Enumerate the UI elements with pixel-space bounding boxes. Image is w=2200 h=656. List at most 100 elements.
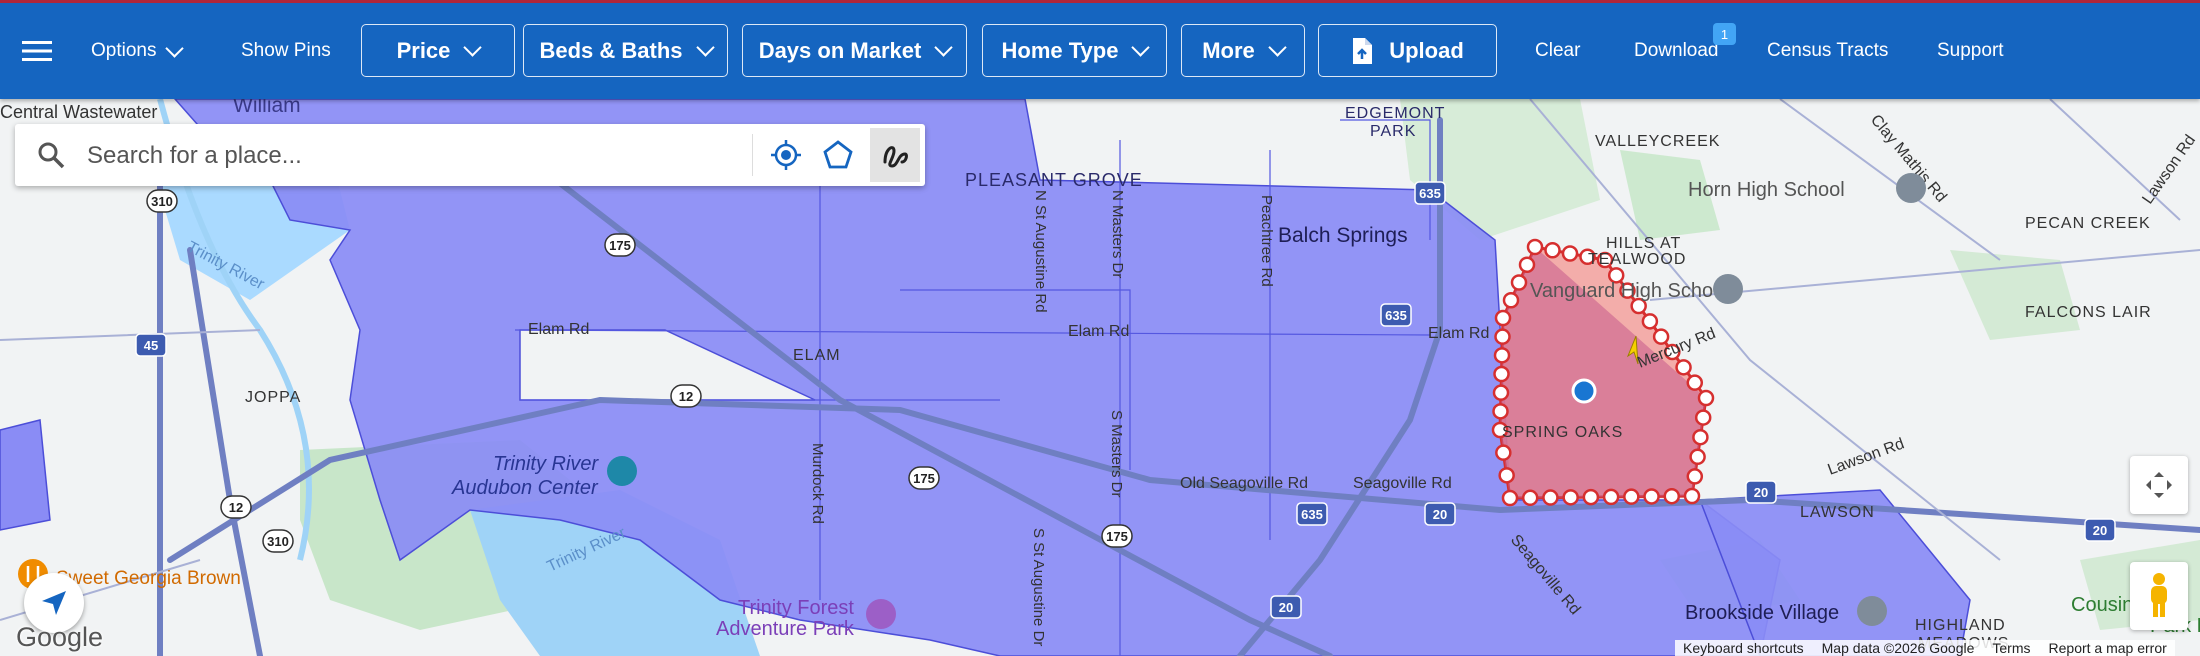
navigation-arrow-icon: [42, 591, 66, 615]
polygon-vertex-handle[interactable]: [1492, 384, 1510, 401]
place-icon: [1857, 596, 1887, 626]
download-button[interactable]: Download: [1634, 3, 1719, 99]
highway-shield: 12: [670, 384, 702, 408]
polygon-vertex-handle[interactable]: [1521, 489, 1539, 507]
polygon-vertex-handle[interactable]: [1697, 389, 1715, 407]
upload-label: Upload: [1389, 37, 1464, 63]
census-tracts-label: Census Tracts: [1767, 40, 1889, 61]
map-label: Adventure Park: [716, 618, 855, 640]
polygon-vertex-handle[interactable]: [1689, 448, 1706, 466]
pegman-icon: [2151, 573, 2167, 617]
options-label: Options: [91, 40, 157, 61]
polygon-vertex-handle[interactable]: [1493, 347, 1511, 364]
days-on-market-filter-button[interactable]: Days on Market: [742, 24, 967, 77]
map-label: N St Augustine Rd: [1032, 190, 1049, 313]
map-label: Seagoville Rd: [1353, 475, 1452, 492]
chevron-down-icon: [934, 38, 954, 57]
google-logo: Google: [16, 622, 104, 652]
highway-shield: 635: [1380, 303, 1412, 327]
polygon-vertex-handle[interactable]: [1494, 309, 1512, 327]
map-label: Trinity Forest: [738, 597, 854, 619]
polygon-vertex-handle[interactable]: [1692, 428, 1709, 446]
polygon-vertex-handle[interactable]: [1562, 489, 1579, 506]
clear-button[interactable]: Clear: [1535, 3, 1580, 99]
map-label: Vanguard High School: [1530, 280, 1729, 302]
school-icon: [1713, 274, 1743, 304]
more-filter-button[interactable]: More: [1181, 24, 1305, 77]
highway-shield-label: 20: [2093, 523, 2107, 538]
map-label: Audubon Center: [451, 477, 599, 499]
map-label: ELAM: [793, 347, 841, 364]
map-label: PARK: [1370, 123, 1416, 140]
street-view-button[interactable]: [2130, 562, 2188, 630]
polygon-draw-icon[interactable]: [812, 124, 864, 186]
location-dot[interactable]: [1571, 378, 1597, 404]
price-filter-button[interactable]: Price: [361, 24, 515, 77]
highway-shield: 20: [1270, 595, 1302, 619]
polygon-vertex-handle[interactable]: [1542, 489, 1559, 506]
polygon-vertex-handle[interactable]: [1544, 242, 1561, 259]
polygon-vertex-handle[interactable]: [1582, 488, 1600, 506]
polygon-vertex-handle[interactable]: [1561, 245, 1579, 262]
search-icon[interactable]: [29, 124, 73, 186]
map-label: Sweet Georgia Brown: [56, 568, 241, 589]
map-label: PLEASANT GROVE: [965, 170, 1143, 190]
chevron-down-icon: [1131, 38, 1151, 57]
polygon-vertex-handle[interactable]: [1526, 238, 1544, 256]
home-type-filter-button[interactable]: Home Type: [982, 24, 1167, 77]
highway-shield: 175: [908, 466, 940, 490]
polygon-vertex-handle[interactable]: [1652, 328, 1670, 345]
highway-shield: 45: [135, 333, 167, 357]
map-label: HILLS AT: [1606, 235, 1681, 252]
polygon-vertex-handle[interactable]: [1641, 313, 1659, 330]
menu-button[interactable]: [22, 3, 52, 99]
map-label: Murdock Rd: [809, 443, 826, 524]
keyboard-shortcuts-link[interactable]: Keyboard shortcuts: [1683, 640, 1804, 656]
polygon-vertex-handle[interactable]: [1683, 487, 1701, 505]
polygon-vertex-handle[interactable]: [1493, 365, 1510, 383]
polygon-vertex-handle[interactable]: [1686, 468, 1704, 485]
map-label: EDGEMONT: [1345, 105, 1445, 122]
beds-baths-filter-button[interactable]: Beds & Baths: [523, 24, 728, 77]
polygon-vertex-handle[interactable]: [1510, 274, 1528, 291]
map-label: S Masters Dr: [1108, 410, 1125, 498]
map-label: Elam Rd: [1068, 323, 1129, 340]
report-error-link[interactable]: Report a map error: [2049, 640, 2167, 656]
polygon-vertex-handle[interactable]: [1623, 488, 1640, 505]
map-label: Balch Springs: [1278, 224, 1408, 247]
price-label: Price: [396, 37, 451, 63]
polygon-vertex-handle[interactable]: [1498, 467, 1515, 484]
chevron-down-icon: [463, 38, 483, 57]
highway-shield-label: 635: [1301, 507, 1323, 522]
map-label: William: [233, 99, 301, 117]
polygon-vertex-handle[interactable]: [1643, 488, 1660, 505]
polygon-vertex-handle[interactable]: [1501, 489, 1519, 507]
fullscreen-button[interactable]: [2130, 456, 2188, 514]
search-input[interactable]: [85, 136, 749, 176]
polygon-vertex-handle[interactable]: [1495, 444, 1512, 461]
support-button[interactable]: Support: [1937, 3, 2004, 99]
highway-shield-label: 635: [1419, 186, 1441, 201]
chevron-down-icon: [1268, 38, 1287, 57]
polygon-vertex-handle[interactable]: [1686, 374, 1704, 391]
polygon-vertex-handle[interactable]: [1502, 292, 1520, 309]
freehand-draw-icon[interactable]: [870, 128, 920, 182]
highway-shield: 12: [220, 495, 252, 519]
map-label: Old Seagoville Rd: [1180, 475, 1308, 492]
polygon-vertex-handle[interactable]: [1663, 487, 1681, 505]
polygon-vertex-handle[interactable]: [1518, 256, 1536, 273]
options-menu[interactable]: Options: [91, 3, 185, 99]
chevron-down-icon: [165, 38, 185, 58]
highway-shield: 635: [1296, 502, 1328, 526]
polygon-vertex-handle[interactable]: [1675, 359, 1692, 376]
upload-button[interactable]: Upload: [1318, 24, 1497, 77]
polygon-vertex-handle[interactable]: [1494, 328, 1511, 345]
show-pins-button[interactable]: Show Pins: [241, 3, 331, 99]
highway-shield: 20: [2084, 518, 2116, 542]
terms-link[interactable]: Terms: [1992, 640, 2030, 656]
census-tracts-button[interactable]: Census Tracts: [1767, 3, 1888, 99]
polygon-vertex-handle[interactable]: [1602, 488, 1620, 506]
my-location-icon[interactable]: [760, 124, 812, 186]
polygon-vertex-handle[interactable]: [1492, 403, 1509, 420]
polygon-vertex-handle[interactable]: [1694, 409, 1712, 426]
